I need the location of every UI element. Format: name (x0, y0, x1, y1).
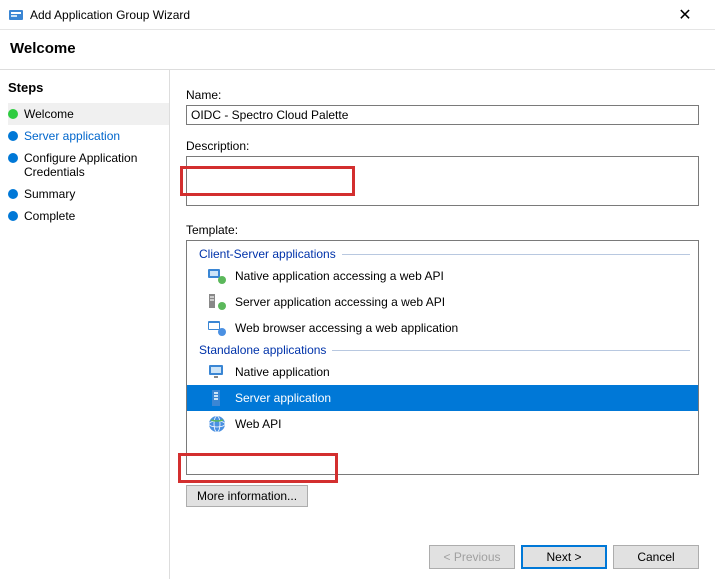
step-bullet-icon (8, 189, 18, 199)
monitor-api-icon (207, 266, 227, 286)
titlebar: Add Application Group Wizard ✕ (0, 0, 715, 30)
wizard-body: Steps Welcome Server application Configu… (0, 70, 715, 579)
step-label: Complete (24, 209, 75, 223)
name-input[interactable] (186, 105, 699, 125)
close-icon[interactable]: ✕ (665, 5, 705, 25)
step-configure-credentials[interactable]: Configure Application Credentials (8, 147, 169, 183)
step-label: Welcome (24, 107, 74, 121)
template-label: Server application (235, 391, 331, 405)
step-bullet-icon (8, 131, 18, 141)
description-input[interactable] (186, 156, 699, 206)
globe-icon (207, 414, 227, 434)
template-label: Web browser accessing a web application (235, 321, 458, 335)
template-label: Native application accessing a web API (235, 269, 444, 283)
step-welcome[interactable]: Welcome (8, 103, 169, 125)
previous-button: < Previous (429, 545, 515, 569)
template-label: Native application (235, 365, 330, 379)
template-native-accessing-webapi[interactable]: Native application accessing a web API (187, 263, 698, 289)
divider (342, 254, 690, 255)
template-browser-accessing-webapp[interactable]: Web browser accessing a web application (187, 315, 698, 341)
template-label: Template: (186, 223, 699, 237)
name-label: Name: (186, 88, 699, 102)
divider (332, 350, 690, 351)
step-label: Server application (24, 129, 120, 143)
server-icon (207, 388, 227, 408)
group-label: Standalone applications (199, 343, 326, 357)
wizard-footer: < Previous Next > Cancel (429, 545, 699, 569)
step-label: Configure Application Credentials (24, 151, 165, 179)
step-summary[interactable]: Summary (8, 183, 169, 205)
server-api-icon (207, 292, 227, 312)
template-native-application[interactable]: Native application (187, 359, 698, 385)
step-complete[interactable]: Complete (8, 205, 169, 227)
template-server-application[interactable]: Server application (187, 385, 698, 411)
more-information-button[interactable]: More information... (186, 485, 308, 507)
group-standalone: Standalone applications (187, 341, 698, 359)
group-label: Client-Server applications (199, 247, 336, 261)
content-panel: Name: Description: Template: Client-Serv… (170, 70, 715, 579)
template-label: Web API (235, 417, 281, 431)
template-web-api[interactable]: Web API (187, 411, 698, 437)
window-title: Add Application Group Wizard (30, 8, 665, 22)
step-server-application[interactable]: Server application (8, 125, 169, 147)
steps-sidebar: Steps Welcome Server application Configu… (0, 70, 170, 579)
page-title: Welcome (0, 30, 715, 70)
description-label: Description: (186, 139, 699, 153)
app-icon (8, 7, 24, 23)
steps-heading: Steps (8, 80, 169, 95)
browser-app-icon (207, 318, 227, 338)
monitor-icon (207, 362, 227, 382)
step-bullet-icon (8, 211, 18, 221)
template-listbox[interactable]: Client-Server applications Native applic… (186, 240, 699, 475)
step-bullet-icon (8, 153, 18, 163)
group-client-server: Client-Server applications (187, 245, 698, 263)
cancel-button[interactable]: Cancel (613, 545, 699, 569)
template-server-accessing-webapi[interactable]: Server application accessing a web API (187, 289, 698, 315)
step-bullet-icon (8, 109, 18, 119)
next-button[interactable]: Next > (521, 545, 607, 569)
template-label: Server application accessing a web API (235, 295, 445, 309)
step-label: Summary (24, 187, 75, 201)
